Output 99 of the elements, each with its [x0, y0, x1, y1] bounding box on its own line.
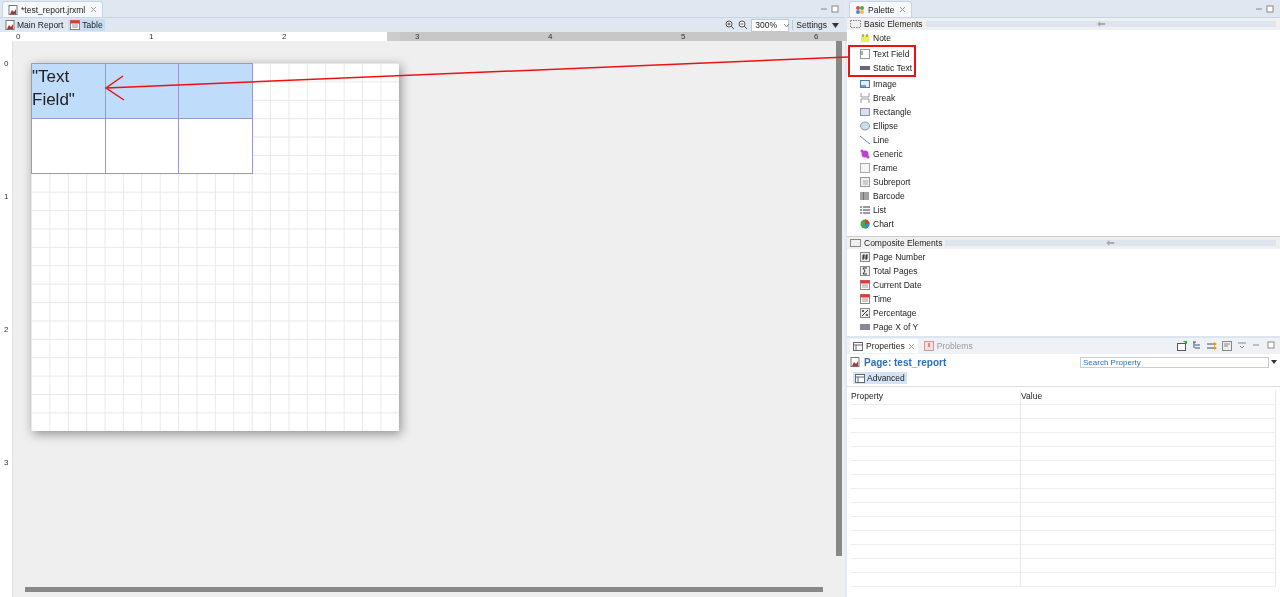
document-icon	[5, 20, 15, 30]
pie-chart-icon	[860, 219, 870, 229]
rectangle-icon	[860, 107, 870, 117]
palette-item[interactable]: Total Pages	[849, 264, 1280, 278]
sigma-icon	[860, 266, 870, 276]
ellipse-icon	[860, 121, 870, 131]
page-title: Page: test_report	[850, 356, 1078, 368]
table-icon	[855, 373, 865, 383]
zoom-in-icon	[725, 20, 736, 30]
palette-tab[interactable]: Palette	[849, 1, 913, 17]
warning-icon	[923, 341, 934, 351]
palette-icon	[855, 4, 865, 15]
ruler-label: 5	[680, 32, 686, 41]
ruler-label: 1	[3, 192, 10, 201]
table-cell[interactable]	[178, 63, 253, 119]
panel-icon	[1222, 341, 1232, 351]
palette-item[interactable]: Break	[849, 91, 1280, 105]
palette-item[interactable]: Static Text	[850, 61, 914, 75]
editor-tab[interactable]: *test_report.jrxml	[2, 1, 104, 17]
hash-icon	[860, 252, 870, 262]
table-cell[interactable]	[105, 118, 179, 174]
ruler-label: 4	[547, 32, 553, 41]
calendar-icon	[70, 20, 81, 30]
table-icon	[853, 341, 863, 351]
ruler-label: 6	[813, 32, 819, 41]
ruler-label: 2	[281, 32, 287, 41]
label-icon	[860, 63, 870, 73]
advanced-button[interactable]: Advanced	[853, 372, 907, 384]
scrollbar[interactable]	[836, 41, 842, 556]
maximize-icon	[1267, 341, 1277, 351]
ruler-label: 1	[148, 32, 154, 41]
ruler-label: 0	[3, 59, 10, 68]
ruler-label: 3	[3, 458, 10, 467]
group-header[interactable]: Basic Elements	[847, 18, 1280, 30]
calendar-icon	[860, 280, 870, 290]
ruler-label: 2	[3, 325, 10, 334]
frame-icon	[860, 163, 870, 173]
new-window-icon	[1177, 341, 1187, 351]
palette-item[interactable]: Barcode	[849, 189, 1280, 203]
palette-item[interactable]: Text Field	[850, 47, 914, 61]
ruler-label: 0	[15, 32, 21, 41]
palette-item[interactable]: Subreport	[849, 175, 1280, 189]
barcode-icon	[860, 191, 870, 201]
image-icon	[860, 79, 870, 89]
filter-icon	[1207, 341, 1217, 351]
maximize-icon	[831, 4, 839, 13]
table-cell[interactable]	[105, 63, 179, 119]
tree-icon	[1192, 341, 1202, 351]
close-icon	[899, 6, 907, 13]
palette-item[interactable]: Generic	[849, 147, 1280, 161]
palette-item[interactable]: Ellipse	[849, 119, 1280, 133]
chevron-down-icon	[783, 22, 791, 28]
puzzle-icon	[860, 149, 870, 159]
folder-icon	[850, 20, 861, 28]
palette-item[interactable]: Time	[849, 292, 1280, 306]
page-break-icon	[860, 93, 870, 103]
palette-item[interactable]: Page X of Y	[849, 320, 1280, 334]
zoom-out-icon	[738, 20, 749, 30]
scrollbar[interactable]	[25, 587, 823, 592]
close-icon	[90, 6, 98, 13]
list-icon	[860, 205, 870, 215]
palette-item[interactable]: Note	[849, 31, 1280, 45]
palette-item[interactable]: Rectangle	[849, 105, 1280, 119]
palette-item[interactable]: List	[849, 203, 1280, 217]
column-header: Property	[851, 390, 1021, 404]
palette-item[interactable]: Page Number	[849, 250, 1280, 264]
line-icon	[860, 135, 870, 145]
breadcrumb[interactable]: Table	[68, 19, 105, 31]
palette-item[interactable]: Percentage	[849, 306, 1280, 320]
group-header[interactable]: Composite Elements	[847, 237, 1280, 249]
text-field-icon	[860, 49, 870, 59]
document-icon	[850, 357, 860, 367]
palette-item[interactable]: Frame	[849, 161, 1280, 175]
note-icon	[860, 33, 870, 43]
folder-icon	[850, 239, 861, 247]
zoom-dropdown[interactable]: 300%	[751, 18, 790, 32]
document-icon	[8, 4, 18, 15]
table-cell[interactable]	[178, 118, 253, 174]
subreport-icon	[860, 177, 870, 187]
panel-tab[interactable]: Properties	[850, 339, 918, 353]
palette-item[interactable]: Image	[849, 77, 1280, 91]
column-header: Value	[1021, 390, 1276, 404]
dropdown-arrow-icon	[832, 22, 839, 28]
palette-item[interactable]: Chart	[849, 217, 1280, 231]
dropdown-arrow-icon	[1271, 360, 1277, 364]
breadcrumb[interactable]: Main Report	[3, 19, 66, 31]
settings-button[interactable]: Settings	[792, 20, 842, 30]
view-menu-icon	[1237, 341, 1247, 351]
ruler-label: 3	[414, 32, 420, 41]
calendar-icon	[860, 294, 870, 304]
search-field[interactable]: Search Property	[1080, 356, 1269, 368]
palette-item[interactable]: Current Date	[849, 278, 1280, 292]
palette-item[interactable]: Line	[849, 133, 1280, 147]
table-cell[interactable]: "Text Field"	[31, 63, 106, 119]
close-icon	[907, 342, 915, 350]
table-cell[interactable]	[31, 118, 106, 174]
maximize-icon	[1266, 4, 1274, 13]
page-count-icon	[860, 322, 870, 332]
percent-icon	[860, 308, 870, 318]
